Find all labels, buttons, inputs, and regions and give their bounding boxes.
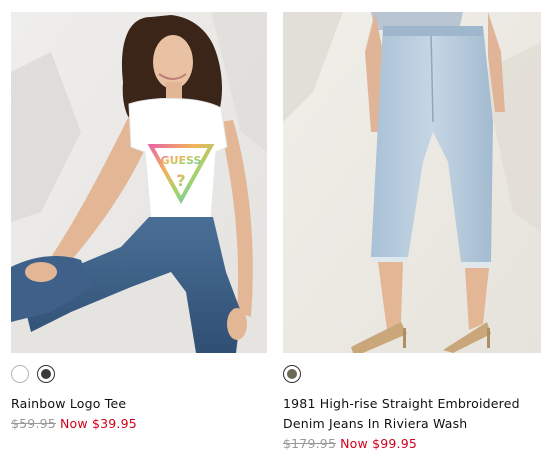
product-image-rainbow-logo-tee[interactable]: GUESS ? [11,12,267,353]
product-price: $179.95 Now $99.95 [283,435,541,453]
model-in-light-denim-jeans-photo [283,12,541,353]
sale-price: Now $99.95 [340,436,418,451]
product-grid: GUESS ? Rainbow Logo Tee $59.95 Now $39.9… [0,0,551,457]
product-card-1981-high-rise-jeans[interactable]: 1981 High-rise Straight Embroidered Deni… [283,12,541,453]
swatch-riviera-wash[interactable] [283,365,301,383]
product-card-rainbow-logo-tee[interactable]: GUESS ? Rainbow Logo Tee $59.95 Now $39.9… [11,12,267,433]
model-in-rainbow-logo-tee-photo: GUESS ? [11,12,267,353]
color-swatches [283,363,541,385]
product-name-link[interactable]: Rainbow Logo Tee [11,394,267,414]
swatch-color-dot [287,369,297,379]
swatch-black[interactable] [37,365,55,383]
product-price: $59.95 Now $39.95 [11,415,267,433]
sale-price: Now $39.95 [59,416,137,431]
original-price: $179.95 [283,436,337,451]
svg-text:?: ? [176,171,185,190]
swatch-color-dot [41,369,51,379]
product-name-link[interactable]: 1981 High-rise Straight Embroidered Deni… [283,394,533,434]
guess-logo-text: GUESS [161,154,202,167]
swatch-white[interactable] [11,365,29,383]
swatch-color-dot [15,369,25,379]
original-price: $59.95 [11,416,56,431]
color-swatches [11,363,267,385]
product-image-1981-high-rise-jeans[interactable] [283,12,541,353]
